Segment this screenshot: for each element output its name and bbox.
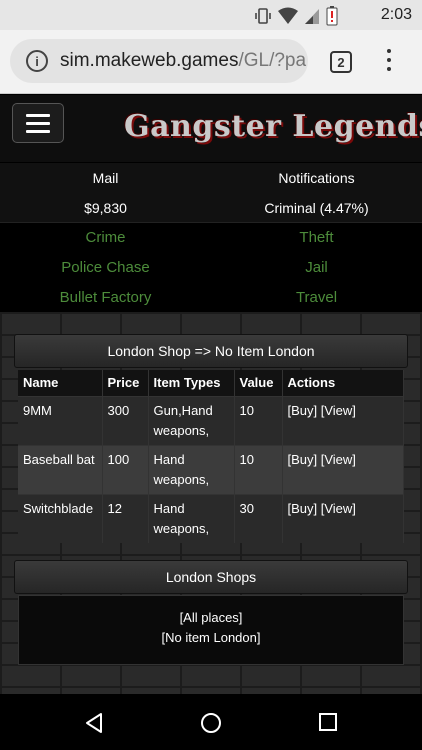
nav-crime[interactable]: Crime	[0, 229, 211, 246]
shops-title: London Shops	[14, 560, 408, 594]
url-text[interactable]: sim.makeweb.games/GL/?pa	[60, 50, 306, 72]
table-row: Baseball bat 100 Hand weapons, 10 [Buy] …	[18, 444, 404, 494]
more-options-icon[interactable]	[384, 49, 394, 75]
item-value: 10	[234, 444, 283, 494]
hamburger-menu-button[interactable]	[12, 103, 64, 143]
table-row: 9MM 300 Gun,Hand weapons, 10 [Buy] [View…	[18, 395, 404, 445]
item-types: Gun,Hand weapons,	[148, 395, 235, 445]
buy-link[interactable]: [Buy]	[288, 403, 318, 418]
item-actions: [Buy] [View]	[282, 395, 404, 445]
item-price: 300	[102, 395, 149, 445]
notifications-link[interactable]: Notifications	[211, 170, 422, 186]
game-logo[interactable]: Gangster Legends	[124, 109, 422, 144]
recents-icon[interactable]	[318, 712, 338, 732]
rank-value: Criminal (4.47%)	[264, 200, 369, 216]
tab-switcher-button[interactable]: 2	[330, 51, 352, 73]
nav-travel[interactable]: Travel	[211, 289, 422, 306]
signal-icon	[305, 9, 319, 24]
url-path: /GL/?pa	[238, 50, 307, 71]
nav-row: Bullet Factory Travel	[0, 283, 422, 313]
buy-link[interactable]: [Buy]	[288, 501, 318, 516]
battery-alert-icon	[326, 6, 338, 26]
column-header-actions: Actions	[282, 370, 404, 396]
view-link[interactable]: [View]	[321, 452, 356, 467]
view-link[interactable]: [View]	[321, 501, 356, 516]
money-value: $9,830	[84, 200, 127, 216]
column-header-item-types: Item Types	[148, 370, 235, 396]
item-value: 10	[234, 395, 283, 445]
all-places-link[interactable]: [All places]	[19, 608, 403, 628]
buy-link[interactable]: [Buy]	[288, 452, 318, 467]
item-name: Baseball bat	[18, 444, 103, 494]
column-header-price: Price	[102, 370, 149, 396]
no-item-london-link[interactable]: [No item London]	[19, 628, 403, 648]
clock: 2:03	[380, 6, 412, 23]
table-header-row: Name Price Item Types Value Actions	[18, 370, 404, 396]
nav-jail[interactable]: Jail	[211, 259, 422, 276]
home-icon[interactable]	[200, 712, 222, 734]
item-actions: [Buy] [View]	[282, 444, 404, 494]
item-actions: [Buy] [View]	[282, 493, 404, 543]
table-row: Switchblade 12 Hand weapons, 30 [Buy] [V…	[18, 493, 404, 543]
browser-toolbar: i sim.makeweb.games/GL/?pa 2	[0, 30, 422, 94]
url-host: sim.makeweb.games	[60, 50, 239, 71]
column-header-name: Name	[18, 370, 103, 396]
item-price: 12	[102, 493, 149, 543]
header-links-row: Mail Notifications	[0, 163, 422, 193]
info-icon[interactable]: i	[26, 50, 48, 72]
wifi-icon	[278, 7, 298, 24]
shops-list: [All places] [No item London]	[18, 595, 404, 665]
shop-title: London Shop => No Item London	[14, 334, 408, 368]
vibrate-icon	[255, 8, 271, 24]
mail-link[interactable]: Mail	[0, 170, 211, 186]
player-stats-row: $9,830 Criminal (4.47%)	[0, 193, 422, 223]
nav-row: Crime Theft	[0, 223, 422, 253]
nav-police-chase[interactable]: Police Chase	[0, 259, 211, 276]
nav-theft[interactable]: Theft	[211, 229, 422, 246]
main-content: London Shop => No Item London Name Price…	[0, 312, 422, 694]
nav-bullet-factory[interactable]: Bullet Factory	[0, 289, 211, 306]
back-icon[interactable]	[84, 712, 104, 734]
address-bar[interactable]: i sim.makeweb.games/GL/?pa	[10, 39, 308, 83]
item-types: Hand weapons,	[148, 444, 235, 494]
item-name: 9MM	[18, 395, 103, 445]
status-bar: 2:03	[0, 0, 422, 30]
game-header: Gangster Legends	[0, 95, 422, 162]
item-value: 30	[234, 493, 283, 543]
system-nav-bar	[0, 694, 422, 750]
nav-row: Police Chase Jail	[0, 253, 422, 283]
view-link[interactable]: [View]	[321, 403, 356, 418]
item-price: 100	[102, 444, 149, 494]
item-types: Hand weapons,	[148, 493, 235, 543]
column-header-value: Value	[234, 370, 283, 396]
shop-table: Name Price Item Types Value Actions 9MM …	[18, 370, 404, 543]
item-name: Switchblade	[18, 493, 103, 543]
